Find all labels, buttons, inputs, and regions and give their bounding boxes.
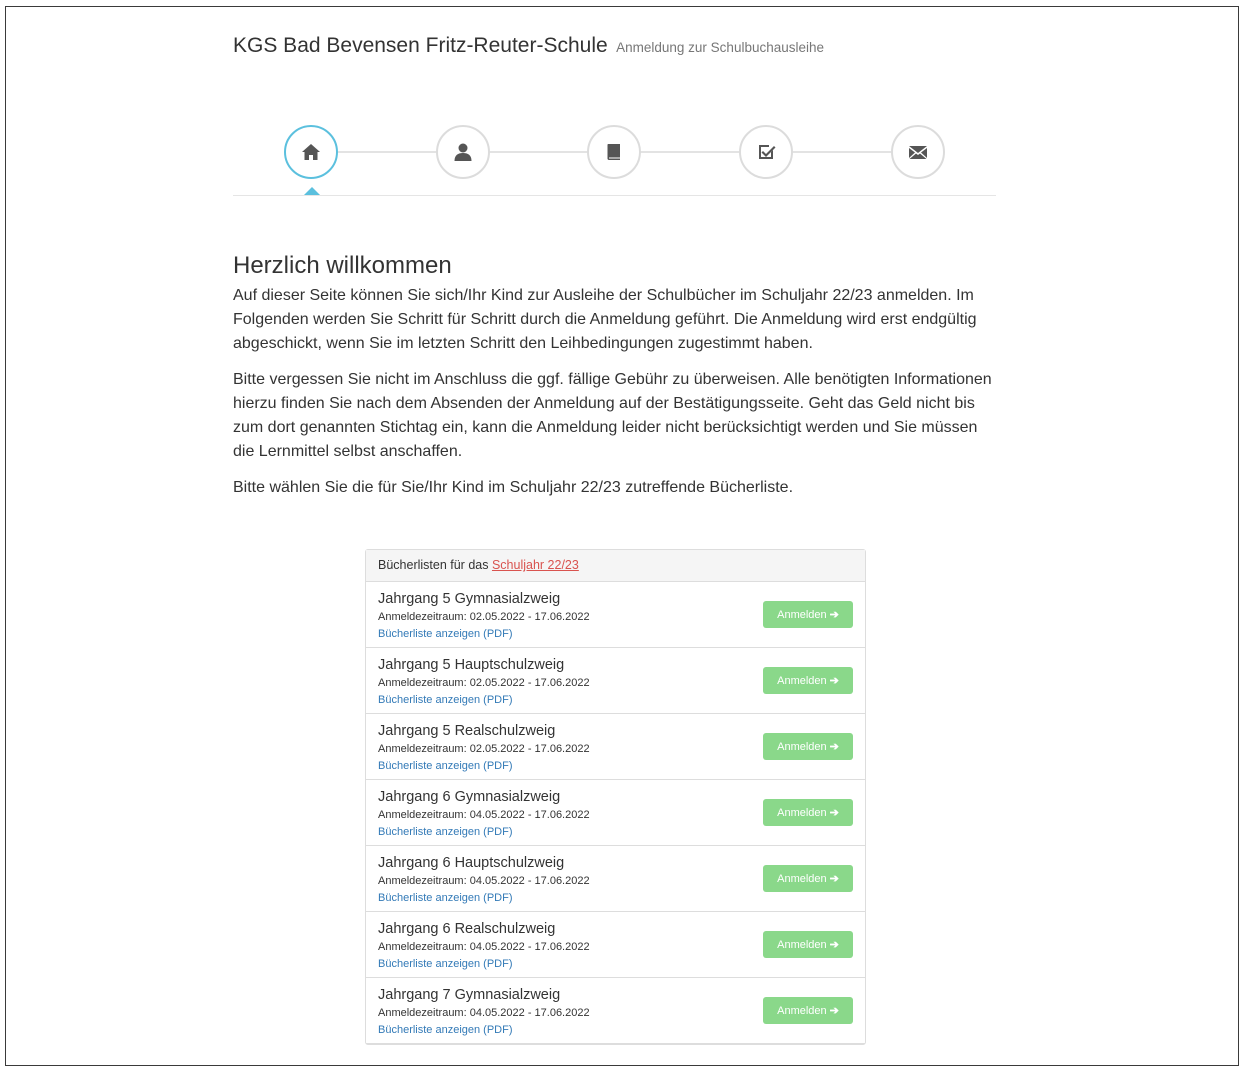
- booklist-pdf-link[interactable]: Bücherliste anzeigen (PDF): [378, 958, 513, 970]
- check-icon: [759, 145, 776, 159]
- panel-heading-text: Bücherlisten für das: [378, 558, 489, 572]
- arrow-right-icon: ➔: [829, 609, 839, 621]
- booklist-pdf-link[interactable]: Bücherliste anzeigen (PDF): [378, 892, 513, 904]
- step-personal-data[interactable]: [436, 125, 490, 179]
- register-button[interactable]: Anmelden ➔: [763, 931, 853, 958]
- booklist-rows: Jahrgang 5 Gymnasialzweig Anmeldezeitraum…: [366, 582, 865, 1044]
- welcome-heading: Herzlich willkommen: [233, 252, 452, 279]
- book-icon: [607, 144, 620, 160]
- register-button-label: Anmelden: [777, 675, 827, 687]
- booklist-row: Jahrgang 5 Hauptschulzweig Anmeldezeitrau…: [366, 648, 865, 714]
- register-button[interactable]: Anmelden ➔: [763, 733, 853, 760]
- site-subtitle: Anmeldung zur Schulbuchausleihe: [616, 40, 825, 55]
- arrow-right-icon: ➔: [829, 873, 839, 885]
- booklist-panel-heading: Bücherlisten für das Schuljahr 22/23: [366, 550, 865, 582]
- step-submit[interactable]: [891, 125, 945, 179]
- active-step-caret: [304, 187, 320, 195]
- welcome-section: Herzlich willkommen Auf dieser Seite kön…: [233, 252, 996, 512]
- register-button[interactable]: Anmelden ➔: [763, 997, 853, 1024]
- arrow-right-icon: ➔: [829, 741, 839, 753]
- register-button[interactable]: Anmelden ➔: [763, 799, 853, 826]
- booklist-row: Jahrgang 6 Realschulzweig Anmeldezeitraum…: [366, 912, 865, 978]
- booklist-row: Jahrgang 6 Gymnasialzweig Anmeldezeitraum…: [366, 780, 865, 846]
- envelope-icon: [909, 146, 927, 159]
- booklist-pdf-link[interactable]: Bücherliste anzeigen (PDF): [378, 628, 513, 640]
- welcome-select-text: Bitte wählen Sie die für Sie/Ihr Kind im…: [233, 479, 794, 496]
- register-button-label: Anmelden: [777, 939, 827, 951]
- booklist-row: Jahrgang 6 Hauptschulzweig Anmeldezeitrau…: [366, 846, 865, 912]
- school-year-link[interactable]: Schuljahr 22/23: [492, 558, 579, 572]
- wizard-stepper: [233, 125, 996, 196]
- booklist-pdf-link[interactable]: Bücherliste anzeigen (PDF): [378, 760, 513, 772]
- user-icon: [454, 143, 472, 161]
- arrow-right-icon: ➔: [829, 1005, 839, 1017]
- step-confirm[interactable]: [739, 125, 793, 179]
- welcome-intro-text: Auf dieser Seite können Sie sich/Ihr Kin…: [233, 287, 977, 352]
- site-title: KGS Bad Bevensen Fritz-Reuter-Schule: [233, 34, 608, 57]
- booklist-row: Jahrgang 7 Gymnasialzweig Anmeldezeitraum…: [366, 978, 865, 1044]
- booklist-pdf-link[interactable]: Bücherliste anzeigen (PDF): [378, 694, 513, 706]
- welcome-fee-text: Bitte vergessen Sie nicht im Anschluss d…: [233, 371, 992, 460]
- page-header: KGS Bad Bevensen Fritz-Reuter-Schule Anm…: [233, 34, 824, 58]
- arrow-right-icon: ➔: [829, 807, 839, 819]
- register-button-label: Anmelden: [777, 807, 827, 819]
- step-welcome[interactable]: [284, 125, 338, 179]
- arrow-right-icon: ➔: [829, 675, 839, 687]
- register-button[interactable]: Anmelden ➔: [763, 865, 853, 892]
- booklist-panel: Bücherlisten für das Schuljahr 22/23 Jah…: [365, 549, 866, 1045]
- step-books[interactable]: [587, 125, 641, 179]
- home-icon: [302, 144, 320, 160]
- booklist-row: Jahrgang 5 Gymnasialzweig Anmeldezeitraum…: [366, 582, 865, 648]
- booklist-row: Jahrgang 5 Realschulzweig Anmeldezeitraum…: [366, 714, 865, 780]
- booklist-pdf-link[interactable]: Bücherliste anzeigen (PDF): [378, 1024, 513, 1036]
- register-button-label: Anmelden: [777, 1005, 827, 1017]
- register-button[interactable]: Anmelden ➔: [763, 601, 853, 628]
- booklist-pdf-link[interactable]: Bücherliste anzeigen (PDF): [378, 826, 513, 838]
- register-button-label: Anmelden: [777, 609, 827, 621]
- register-button-label: Anmelden: [777, 741, 827, 753]
- arrow-right-icon: ➔: [829, 939, 839, 951]
- register-button-label: Anmelden: [777, 873, 827, 885]
- register-button[interactable]: Anmelden ➔: [763, 667, 853, 694]
